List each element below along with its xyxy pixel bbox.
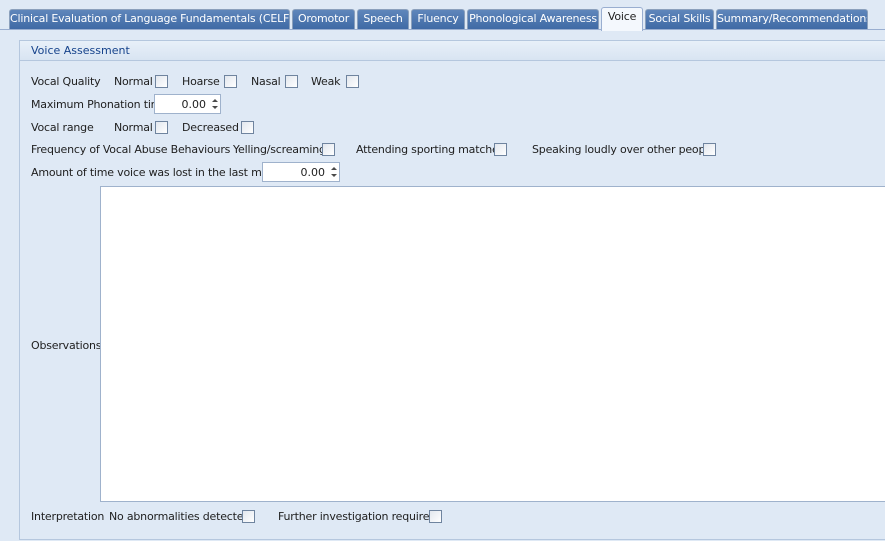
tab-fluency[interactable]: Fluency xyxy=(411,9,465,29)
phonation-time-value: 0.00 xyxy=(181,98,207,111)
attending-sporting-matches-checkbox[interactable] xyxy=(494,143,507,156)
attending-sporting-matches-label: Attending sporting matches xyxy=(356,143,505,156)
tab-voice[interactable]: Voice xyxy=(601,7,643,31)
tab-strip: Clinical Evaluation of Language Fundamen… xyxy=(0,0,885,31)
vocal-quality-weak-label: Weak xyxy=(311,75,341,88)
vocal-quality-hoarse-checkbox[interactable] xyxy=(224,75,237,88)
vocal-range-label: Vocal range xyxy=(31,121,94,134)
spin-up-icon[interactable] xyxy=(331,167,337,170)
speaking-loudly-label: Speaking loudly over other people xyxy=(532,143,715,156)
observations-textarea[interactable] xyxy=(100,186,885,502)
speaking-loudly-checkbox[interactable] xyxy=(703,143,716,156)
tab-summary-recommendations[interactable]: Summary/Recommendations xyxy=(716,9,868,29)
vocal-quality-hoarse-label: Hoarse xyxy=(182,75,220,88)
vocal-range-normal-label: Normal xyxy=(114,121,153,134)
group-header: Voice Assessment xyxy=(20,41,885,61)
vocal-range-decreased-label: Decreased xyxy=(182,121,239,134)
phonation-time-spinner[interactable]: 0.00 xyxy=(154,94,221,114)
tab-social-skills[interactable]: Social Skills xyxy=(645,9,714,29)
spin-down-icon[interactable] xyxy=(212,106,218,109)
vocal-range-normal-checkbox[interactable] xyxy=(155,121,168,134)
voice-lost-spin-buttons[interactable] xyxy=(328,163,339,181)
further-investigation-label: Further investigation required xyxy=(278,510,437,523)
vocal-quality-label: Vocal Quality xyxy=(31,75,101,88)
yelling-screaming-checkbox[interactable] xyxy=(322,143,335,156)
phonation-time-label: Maximum Phonation time xyxy=(31,98,168,111)
no-abnormalities-label: No abnormalities detected xyxy=(109,510,251,523)
spin-up-icon[interactable] xyxy=(212,99,218,102)
voice-lost-label: Amount of time voice was lost in the las… xyxy=(31,166,286,179)
voice-lost-spinner[interactable]: 0.00 xyxy=(262,162,340,182)
spin-down-icon[interactable] xyxy=(331,174,337,177)
further-investigation-checkbox[interactable] xyxy=(429,510,442,523)
voice-lost-value: 0.00 xyxy=(300,166,326,179)
vocal-quality-nasal-label: Nasal xyxy=(251,75,281,88)
yelling-screaming-label: Yelling/screaming xyxy=(233,143,326,156)
tab-oromotor[interactable]: Oromotor xyxy=(292,9,355,29)
tab-speech[interactable]: Speech xyxy=(357,9,409,29)
no-abnormalities-checkbox[interactable] xyxy=(242,510,255,523)
vocal-quality-weak-checkbox[interactable] xyxy=(346,75,359,88)
vocal-quality-nasal-checkbox[interactable] xyxy=(285,75,298,88)
vocal-quality-normal-checkbox[interactable] xyxy=(155,75,168,88)
phonation-time-spin-buttons[interactable] xyxy=(209,95,220,113)
group-title: Voice Assessment xyxy=(31,44,130,57)
vocal-abuse-label: Frequency of Vocal Abuse Behaviours xyxy=(31,143,231,156)
tab-phonological-awareness[interactable]: Phonological Awareness xyxy=(467,9,599,29)
vocal-quality-normal-label: Normal xyxy=(114,75,153,88)
observations-label: Observations xyxy=(31,339,102,352)
interpretation-label: Interpretation xyxy=(31,510,105,523)
tab-celf4[interactable]: Clinical Evaluation of Language Fundamen… xyxy=(9,9,290,29)
vocal-range-decreased-checkbox[interactable] xyxy=(241,121,254,134)
